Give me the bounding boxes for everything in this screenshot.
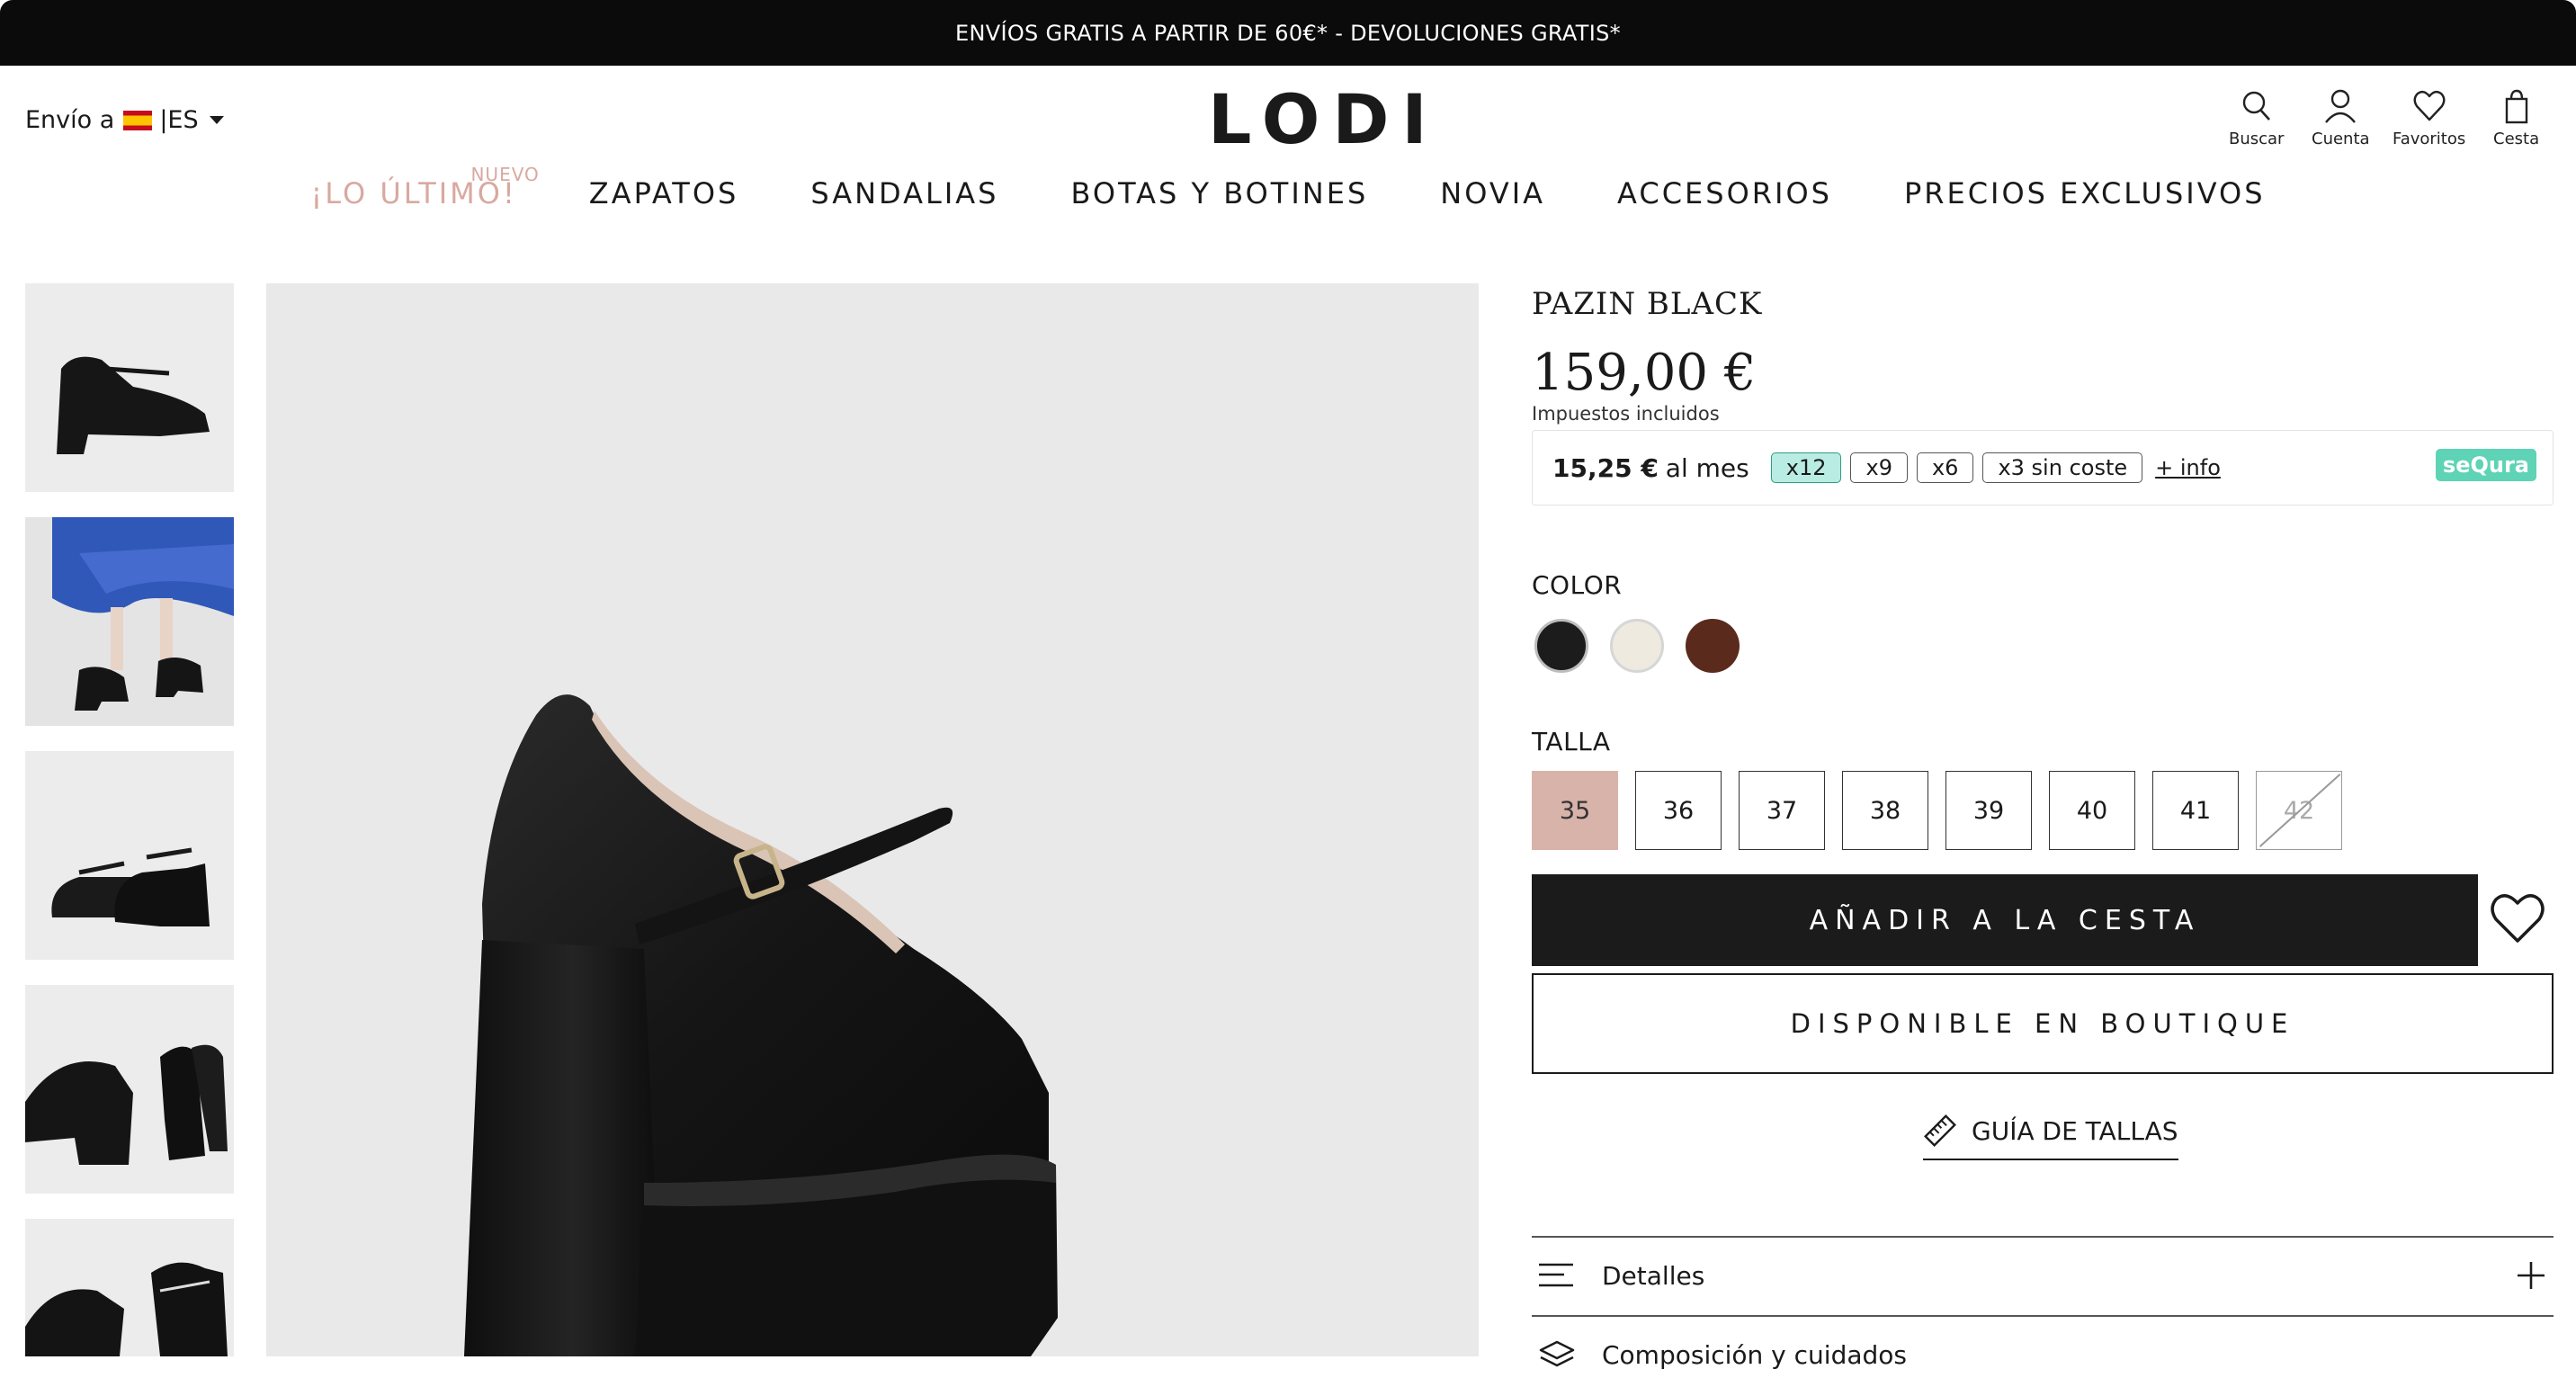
plus-icon <box>2518 1262 2545 1289</box>
financing-option-x9[interactable]: x9 <box>1850 452 1908 483</box>
ship-to-label: Envío a <box>25 106 115 134</box>
financing-widget: 15,25 € al mes x12 x9 x6 x3 sin coste + … <box>1532 430 2554 506</box>
thumbnail-1[interactable] <box>25 283 234 492</box>
account-button[interactable]: Cuenta <box>2312 88 2370 148</box>
color-label: COLOR <box>1532 570 1623 600</box>
favorites-button[interactable]: Favoritos <box>2393 88 2465 148</box>
size-guide-link[interactable]: GUÍA DE TALLAS <box>1923 1114 2178 1160</box>
shoe-pair-thumbnail-image <box>51 847 210 926</box>
ruler-icon <box>1924 1114 1956 1147</box>
divider <box>1532 1236 2554 1238</box>
financing-option-x3[interactable]: x3 sin coste <box>1982 452 2143 483</box>
size-option-39[interactable]: 39 <box>1945 771 2032 850</box>
country-code: |ES <box>159 106 199 134</box>
tax-note: Impuestos incluidos <box>1532 403 1720 425</box>
nav-item-sandalias[interactable]: SANDALIAS <box>810 176 998 210</box>
account-label: Cuenta <box>2312 130 2370 148</box>
heart-icon <box>2491 894 2545 943</box>
thumbnail-2[interactable] <box>25 517 234 726</box>
search-label: Buscar <box>2229 130 2285 148</box>
thumbnail-4[interactable] <box>25 985 234 1194</box>
layers-icon <box>1539 1340 1575 1367</box>
size-option-38[interactable]: 38 <box>1842 771 1928 850</box>
spain-flag-icon <box>123 110 153 130</box>
thumbnail-3[interactable] <box>25 751 234 960</box>
product-price: 159,00 € <box>1532 344 1757 402</box>
nav-item-accesorios[interactable]: ACCESORIOS <box>1617 176 1832 210</box>
shoe-thumbnail-image <box>57 356 210 454</box>
nav-item-precios-exclusivos[interactable]: PRECIOS EXCLUSIVOS <box>1904 176 2266 210</box>
announcement-text: ENVÍOS GRATIS A PARTIR DE 60€* - DEVOLUC… <box>955 20 1621 46</box>
accordion-composition[interactable]: Composición y cuidados <box>1532 1331 2554 1378</box>
cart-label: Cesta <box>2493 130 2540 148</box>
heart-icon <box>2413 90 2446 121</box>
financing-amount: 15,25 € <box>1552 452 1659 483</box>
financing-period: al mes <box>1665 452 1749 483</box>
cart-button[interactable]: Cesta <box>2493 88 2539 148</box>
size-option-40[interactable]: 40 <box>2049 771 2135 850</box>
shoe-side-thumbnail-image <box>25 1262 228 1356</box>
new-badge: NUEVO <box>470 164 540 185</box>
accordion-composition-label: Composición y cuidados <box>1602 1339 1907 1370</box>
favorites-label: Favoritos <box>2393 130 2466 148</box>
size-guide-label: GUÍA DE TALLAS <box>1972 1115 2178 1146</box>
nav-item-novia[interactable]: NOVIA <box>1440 176 1545 210</box>
search-button[interactable]: Buscar <box>2229 88 2284 148</box>
available-in-boutique-button[interactable]: DISPONIBLE EN BOUTIQUE <box>1532 973 2554 1074</box>
divider <box>1532 1315 2554 1317</box>
size-option-41[interactable]: 41 <box>2152 771 2239 850</box>
accordion-details-label: Detalles <box>1602 1260 1705 1291</box>
shoe-back-thumbnail-image <box>25 1044 228 1165</box>
add-to-cart-button[interactable]: AÑADIR A LA CESTA <box>1532 874 2478 966</box>
nav-item-botas[interactable]: BOTAS Y BOTINES <box>1070 176 1368 210</box>
main-product-image[interactable] <box>266 283 1479 1356</box>
wishlist-button[interactable] <box>2488 890 2547 950</box>
caret-down-icon <box>209 116 224 124</box>
country-selector[interactable]: Envío a |ES <box>25 106 224 134</box>
color-swatch-brown[interactable] <box>1686 619 1740 673</box>
main-nav: ¡LO ÚLTIMO! NUEVO ZAPATOS SANDALIAS BOTA… <box>0 164 2576 210</box>
financing-option-x6[interactable]: x6 <box>1916 452 1974 483</box>
site-logo[interactable]: LODI <box>1208 79 1440 159</box>
product-title: PAZIN BLACK <box>1532 286 1763 322</box>
financing-option-x12[interactable]: x12 <box>1770 452 1842 483</box>
color-swatch-cream[interactable] <box>1610 619 1664 673</box>
mary-jane-shoe-illustration <box>464 694 1058 1356</box>
color-swatch-black[interactable] <box>1534 619 1588 673</box>
search-icon <box>2242 91 2270 121</box>
size-option-35[interactable]: 35 <box>1532 771 1618 850</box>
lines-icon <box>1539 1263 1573 1287</box>
nav-item-zapatos[interactable]: ZAPATOS <box>589 176 739 210</box>
account-icon <box>2325 89 2357 123</box>
model-thumbnail-image <box>52 517 234 711</box>
accordion-details[interactable]: Detalles <box>1532 1252 2554 1299</box>
nav-item-lo-ultimo[interactable]: ¡LO ÚLTIMO! NUEVO <box>310 164 538 210</box>
thumbnail-5[interactable] <box>25 1219 234 1356</box>
size-label: TALLA <box>1532 727 1611 756</box>
size-option-37[interactable]: 37 <box>1739 771 1825 850</box>
size-option-36[interactable]: 36 <box>1635 771 1722 850</box>
bag-icon <box>2505 89 2527 124</box>
sequra-logo: seQura <box>2435 449 2536 481</box>
size-option-42-unavailable[interactable]: 42 <box>2256 771 2342 850</box>
financing-more-info-link[interactable]: + info <box>2155 455 2221 480</box>
announcement-bar: ENVÍOS GRATIS A PARTIR DE 60€* - DEVOLUC… <box>0 0 2576 66</box>
